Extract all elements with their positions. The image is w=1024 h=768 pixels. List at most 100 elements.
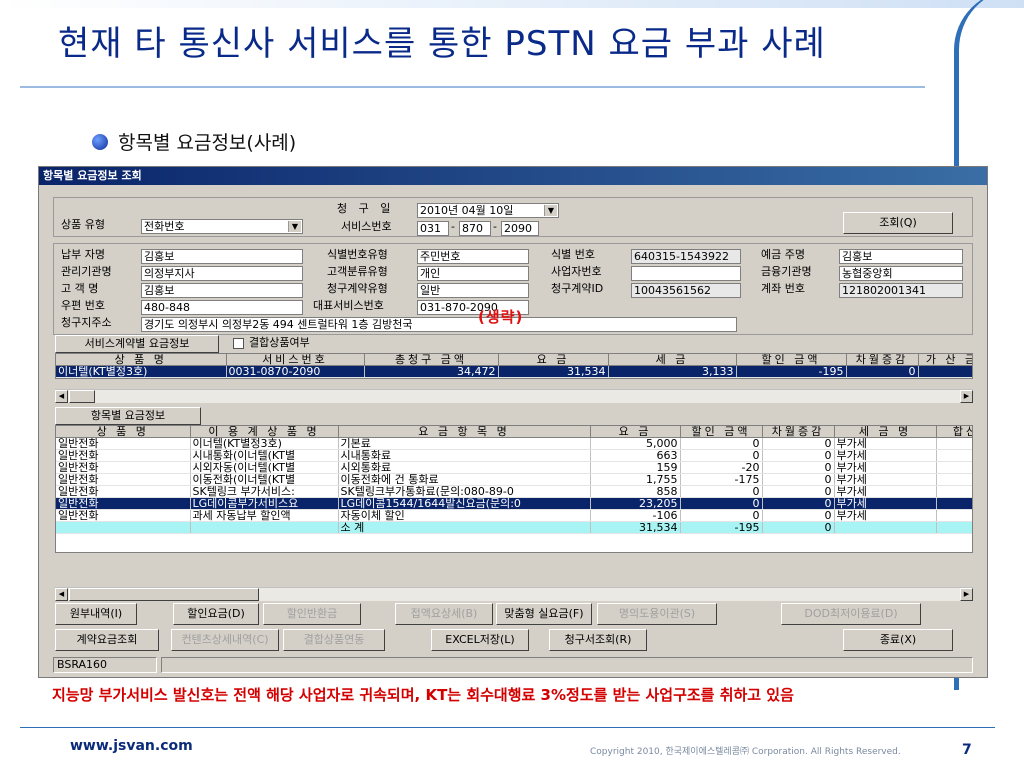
- table-cell: [936, 473, 972, 486]
- table-row[interactable]: 일반전화 시외자동(이너텔(KT별 시외통화료 159 -20 0 부가세: [56, 461, 972, 474]
- table-cell: 부가세: [834, 461, 937, 474]
- action-button[interactable]: 명의도용이관(S): [597, 603, 717, 625]
- table-cell: 일반전화: [56, 485, 191, 498]
- service-number-area-input[interactable]: 031: [417, 221, 449, 236]
- column-header[interactable]: 세 금: [608, 354, 737, 366]
- customer-class-field[interactable]: 개인: [417, 266, 529, 281]
- chevron-left-icon[interactable]: ◀: [55, 588, 68, 601]
- table-cell: 부가세: [834, 449, 937, 462]
- table-cell: 0: [762, 461, 835, 474]
- table-row[interactable]: 소 계 31,534 -195 0: [56, 521, 972, 534]
- close-button[interactable]: 종료(X): [843, 629, 953, 651]
- action-button[interactable]: 컨텐츠상세내역(C): [171, 629, 279, 651]
- column-header[interactable]: 할인 금액: [680, 426, 763, 438]
- column-header[interactable]: 할인 금액: [736, 354, 847, 366]
- id-type-label: 식별번호유형: [327, 248, 388, 261]
- table-cell: 3,133: [608, 365, 737, 378]
- action-button[interactable]: 맞춤형 실요금(F): [496, 603, 592, 625]
- action-button[interactable]: 결합상품연동: [283, 629, 385, 651]
- tab-service-contract[interactable]: 서비스계약별 요금정보: [55, 335, 219, 353]
- table-cell: 0031-0870-2090: [226, 365, 365, 378]
- title-divider: [20, 86, 925, 88]
- table-cell: -106: [590, 509, 681, 522]
- table-row[interactable]: 일반전화 이너텔(KT별정3호) 기본료 5,000 0 0 부가세: [56, 437, 972, 450]
- column-header[interactable]: 요 금: [590, 426, 681, 438]
- table-cell: 0: [680, 449, 763, 462]
- item-charges-grid: 상 품 명이 용 계 상 품 명요 금 항 목 명요 금 할인 금액 차월증감 세 금…: [55, 425, 973, 553]
- action-button[interactable]: 접액요상세(B): [395, 603, 493, 625]
- table-cell: 31,534: [498, 365, 609, 378]
- table-row[interactable]: 일반전화 SK텔링크 부가서비스: SK텔링크부가통화료(문의:080-89-0 85…: [56, 485, 972, 498]
- org-field[interactable]: 의정부지사: [141, 266, 303, 281]
- depositor-field[interactable]: 김홍보: [839, 249, 963, 264]
- action-button[interactable]: 계약요금조회: [55, 629, 159, 651]
- table-row[interactable]: 일반전화 과세 자동납부 할인액 자동이체 할인 -106 0 0 부가세: [56, 509, 972, 522]
- action-button[interactable]: 할인요금(D): [173, 603, 259, 625]
- address-field[interactable]: 경기도 의정부시 의정부2동 494 센트럴타워 1층 김방천국: [141, 317, 737, 332]
- table-cell: 자동이체 할인: [338, 509, 591, 522]
- column-header[interactable]: 차월증감: [762, 426, 835, 438]
- table-cell: [936, 461, 972, 474]
- column-header[interactable]: 상 품 명: [56, 426, 191, 438]
- service-number-line-input[interactable]: 2090: [501, 221, 539, 236]
- action-button[interactable]: 청구서조회(R): [549, 629, 647, 651]
- business-number-field[interactable]: [631, 266, 741, 281]
- query-button[interactable]: 조회(Q): [843, 212, 953, 234]
- chevron-left-icon[interactable]: ◀: [55, 390, 68, 403]
- column-header[interactable]: 가 산 금: [918, 354, 972, 366]
- service-grid-scrollbar[interactable]: ◀ ▶: [55, 389, 973, 403]
- table-cell: 159: [590, 461, 681, 474]
- org-label: 관리기관명: [61, 265, 112, 278]
- column-header[interactable]: 세 금 명: [834, 426, 937, 438]
- scroll-thumb[interactable]: [69, 588, 259, 601]
- representative-number-label: 대표서비스번호: [313, 299, 384, 312]
- scroll-thumb[interactable]: [69, 390, 95, 403]
- table-cell: [936, 485, 972, 498]
- action-button[interactable]: EXCEL저장(L): [431, 629, 529, 651]
- service-number-prefix-input[interactable]: 870: [459, 221, 491, 236]
- bank-field[interactable]: 농협중앙회: [839, 266, 963, 281]
- column-header[interactable]: 이 용 계 상 품 명: [190, 426, 339, 438]
- zip-field[interactable]: 480-848: [141, 300, 303, 315]
- table-cell: [834, 521, 937, 534]
- status-code: BSRA160: [53, 657, 157, 673]
- column-header[interactable]: 합산: [936, 426, 972, 438]
- table-cell: 0: [762, 521, 835, 534]
- bullet-text: 항목별 요금정보(사례): [118, 132, 297, 154]
- chevron-down-icon: ▼: [544, 205, 557, 216]
- payer-field[interactable]: 김홍보: [141, 249, 303, 264]
- bundle-product-checkbox[interactable]: [233, 338, 244, 349]
- tab-item-charges[interactable]: 항목별 요금정보: [55, 407, 201, 425]
- footer-url[interactable]: www.jsvan.com: [70, 738, 193, 754]
- column-header[interactable]: 상 품 명: [56, 354, 227, 366]
- column-header[interactable]: 차월증감: [846, 354, 919, 366]
- table-row[interactable]: 일반전화 이동전화(이너텔(KT별 이동전화에 건 통화료 1,755 -175 0 부가세: [56, 473, 972, 486]
- table-row[interactable]: 이너텔(KT별정3호) 0031-0870-2090 34,472 31,534 3,1…: [56, 365, 972, 378]
- customer-class-label: 고객분류유형: [327, 265, 388, 278]
- billing-window: 항목별 요금정보 조회 청 구 일 2010년 04월 10일 ▼ 서비스번호 …: [38, 166, 988, 678]
- service-number-label: 서비스번호: [341, 220, 392, 233]
- customer-name-field[interactable]: 김홍보: [141, 283, 303, 298]
- column-header[interactable]: 요 금: [498, 354, 609, 366]
- action-button[interactable]: 할인반환금: [263, 603, 361, 625]
- id-number-field[interactable]: 640315-1543922: [631, 249, 741, 264]
- product-type-select[interactable]: 전화번호 ▼: [141, 219, 303, 234]
- column-header[interactable]: 총청구 금액: [364, 354, 499, 366]
- account-field[interactable]: 121802001341: [839, 283, 963, 298]
- column-header[interactable]: 요 금 항 목 명: [338, 426, 591, 438]
- chevron-right-icon[interactable]: ▶: [960, 588, 973, 601]
- bill-date-select[interactable]: 2010년 04월 10일 ▼: [417, 203, 559, 218]
- table-row[interactable]: 일반전화 시내통화(이너텔(KT별 시내통화료 663 0 0 부가세: [56, 449, 972, 462]
- action-button[interactable]: 원부내역(I): [55, 603, 137, 625]
- item-grid-scrollbar[interactable]: ◀ ▶: [55, 587, 973, 601]
- chevron-right-icon[interactable]: ▶: [960, 390, 973, 403]
- column-header[interactable]: 서비스번호: [226, 354, 365, 366]
- table-cell: [936, 449, 972, 462]
- contract-type-field[interactable]: 일반: [417, 283, 529, 298]
- service-contract-grid: 상 품 명 서비스번호 총청구 금액 요 금세 금 할인 금액 차월증감 가 산 금 이너텔…: [55, 353, 973, 379]
- id-type-field[interactable]: 주민번호: [417, 249, 529, 264]
- table-cell: [936, 437, 972, 450]
- table-row[interactable]: 일반전화 LG데이콤부가서비스요 LG데이콤1544/1644발신요금(문의:0 23…: [56, 497, 972, 510]
- contract-id-field[interactable]: 10043561562: [631, 283, 741, 298]
- action-button[interactable]: DOD최저이용료(D): [781, 603, 921, 625]
